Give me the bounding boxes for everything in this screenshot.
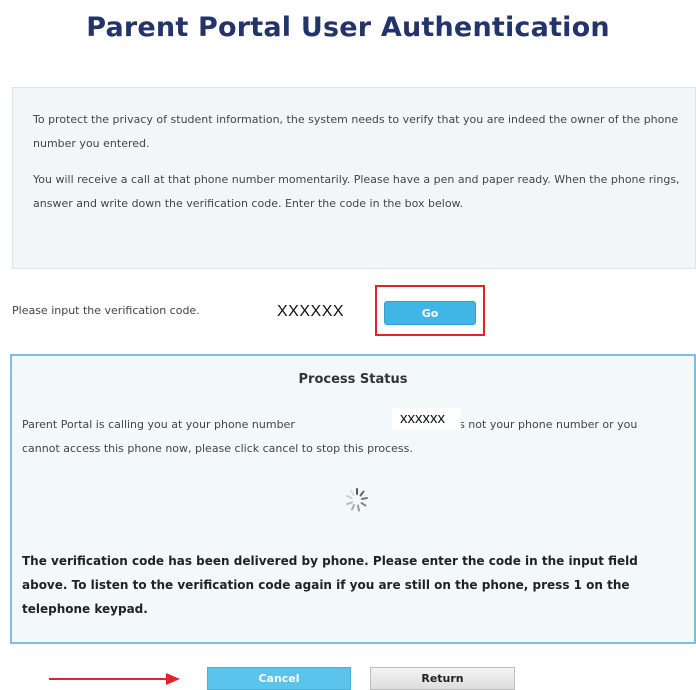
status-phone-number: xxxxxx [392, 408, 461, 430]
verification-code-input[interactable]: XXXXXX [277, 303, 344, 321]
return-button[interactable]: Return [370, 667, 515, 690]
process-status-title: Process Status [298, 372, 408, 387]
info-box: To protect the privacy of student inform… [12, 87, 696, 269]
status-calling-text: Parent Portal is calling you at your pho… [22, 413, 662, 461]
go-button[interactable]: Go [384, 301, 476, 325]
delivered-message: The verification code has been delivered… [22, 554, 638, 616]
right-arrow-icon [49, 673, 180, 685]
cancel-button[interactable]: Cancel [207, 667, 351, 690]
info-paragraph-2: You will receive a call at that phone nu… [33, 173, 680, 210]
page-title: Parent Portal User Authentication [86, 12, 610, 43]
info-paragraph-1: To protect the privacy of student inform… [33, 113, 679, 150]
calling-text-prefix: Parent Portal is calling you at your pho… [22, 418, 295, 431]
loading-spinner-icon [346, 488, 368, 512]
process-status-panel: Process Status Parent Portal is calling … [10, 354, 696, 644]
verification-label: Please input the verification code. [12, 304, 200, 317]
